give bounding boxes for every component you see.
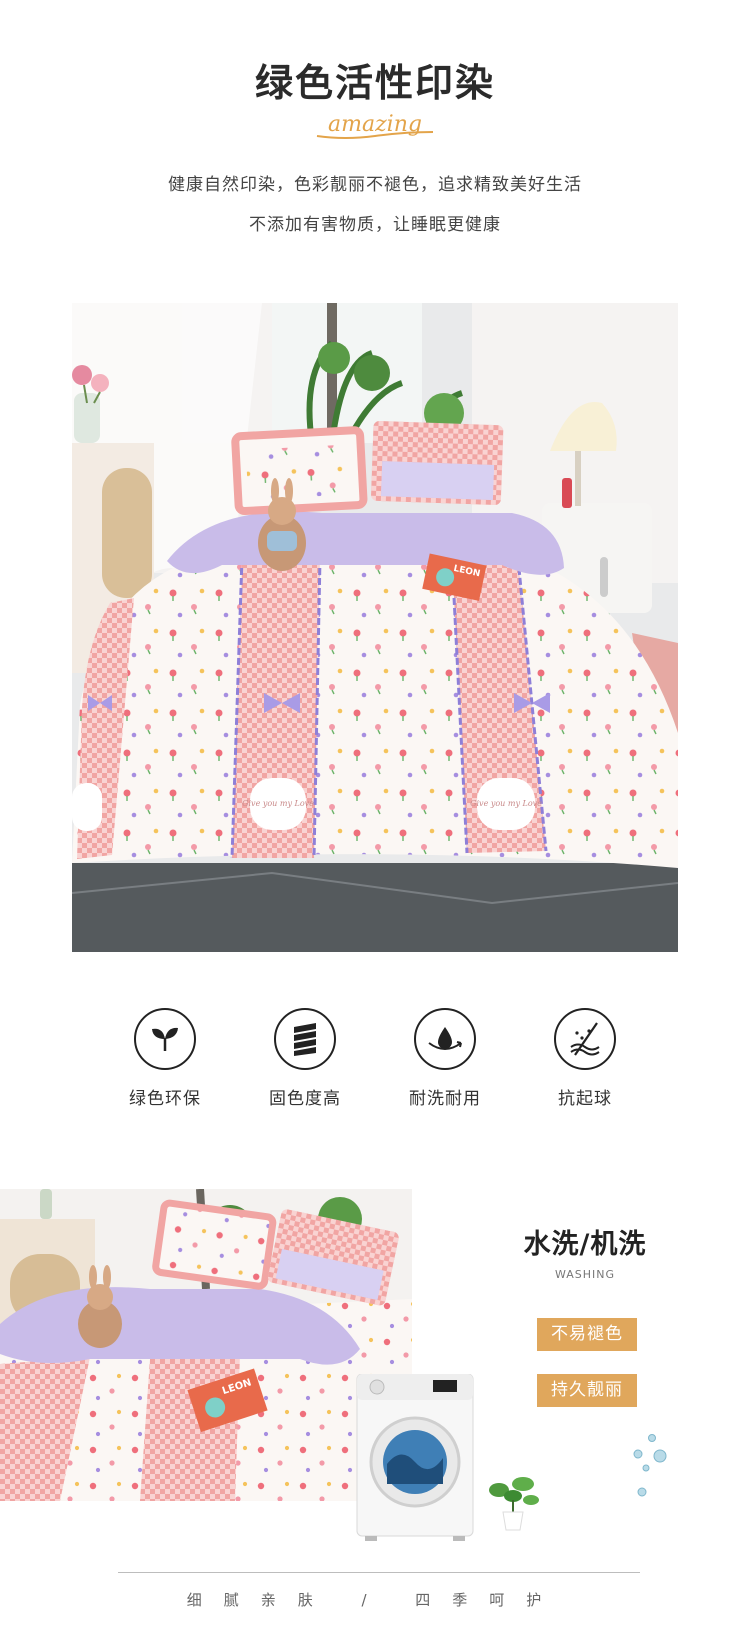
bedding-photo-washing: LEON	[0, 1189, 412, 1501]
tag-long-lasting: 持久靓丽	[537, 1374, 637, 1407]
tag-no-fade: 不易褪色	[537, 1318, 637, 1351]
feature-anti-pilling: 抗起球	[510, 1008, 660, 1109]
water-droplets-graphic	[630, 1430, 680, 1500]
water-drop-icon	[414, 1008, 476, 1070]
footer-divider	[118, 1572, 640, 1573]
washing-subtitle: WASHING	[554, 1268, 616, 1281]
feature-durable: 耐洗耐用	[370, 1008, 520, 1109]
feature-label: 耐洗耐用	[409, 1089, 481, 1109]
feature-label: 绿色环保	[129, 1089, 201, 1109]
anti-pilling-icon	[554, 1008, 616, 1070]
twist-fiber-icon	[274, 1008, 336, 1070]
washing-title: 水洗/机洗	[523, 1229, 647, 1260]
feature-label: 固色度高	[269, 1089, 341, 1109]
intro-line-1: 健康自然印染，色彩靓丽不褪色，追求精致美好生活	[168, 175, 582, 195]
feature-eco: 绿色环保	[90, 1008, 240, 1109]
footer-slogan: 细腻亲肤 / 四季呵护	[186, 1591, 564, 1609]
section-title: 绿色活性印染	[254, 61, 495, 105]
amazing-script: amazing	[0, 106, 750, 150]
amazing-script-graphic: amazing	[316, 112, 434, 139]
washing-machine-graphic	[355, 1373, 475, 1542]
svg-text:Give you my Love: Give you my Love	[470, 799, 542, 808]
feature-colorfast: 固色度高	[230, 1008, 380, 1109]
svg-text:Give you my Love: Give you my Love	[242, 799, 314, 808]
intro-line-2: 不添加有害物质，让睡眠更健康	[249, 215, 501, 235]
potted-plant-graphic	[485, 1470, 541, 1532]
feature-label: 抗起球	[558, 1089, 612, 1109]
bedding-photo-main: Give you my Love Give you my Love LEON	[72, 303, 678, 952]
leaf-icon	[134, 1008, 196, 1070]
